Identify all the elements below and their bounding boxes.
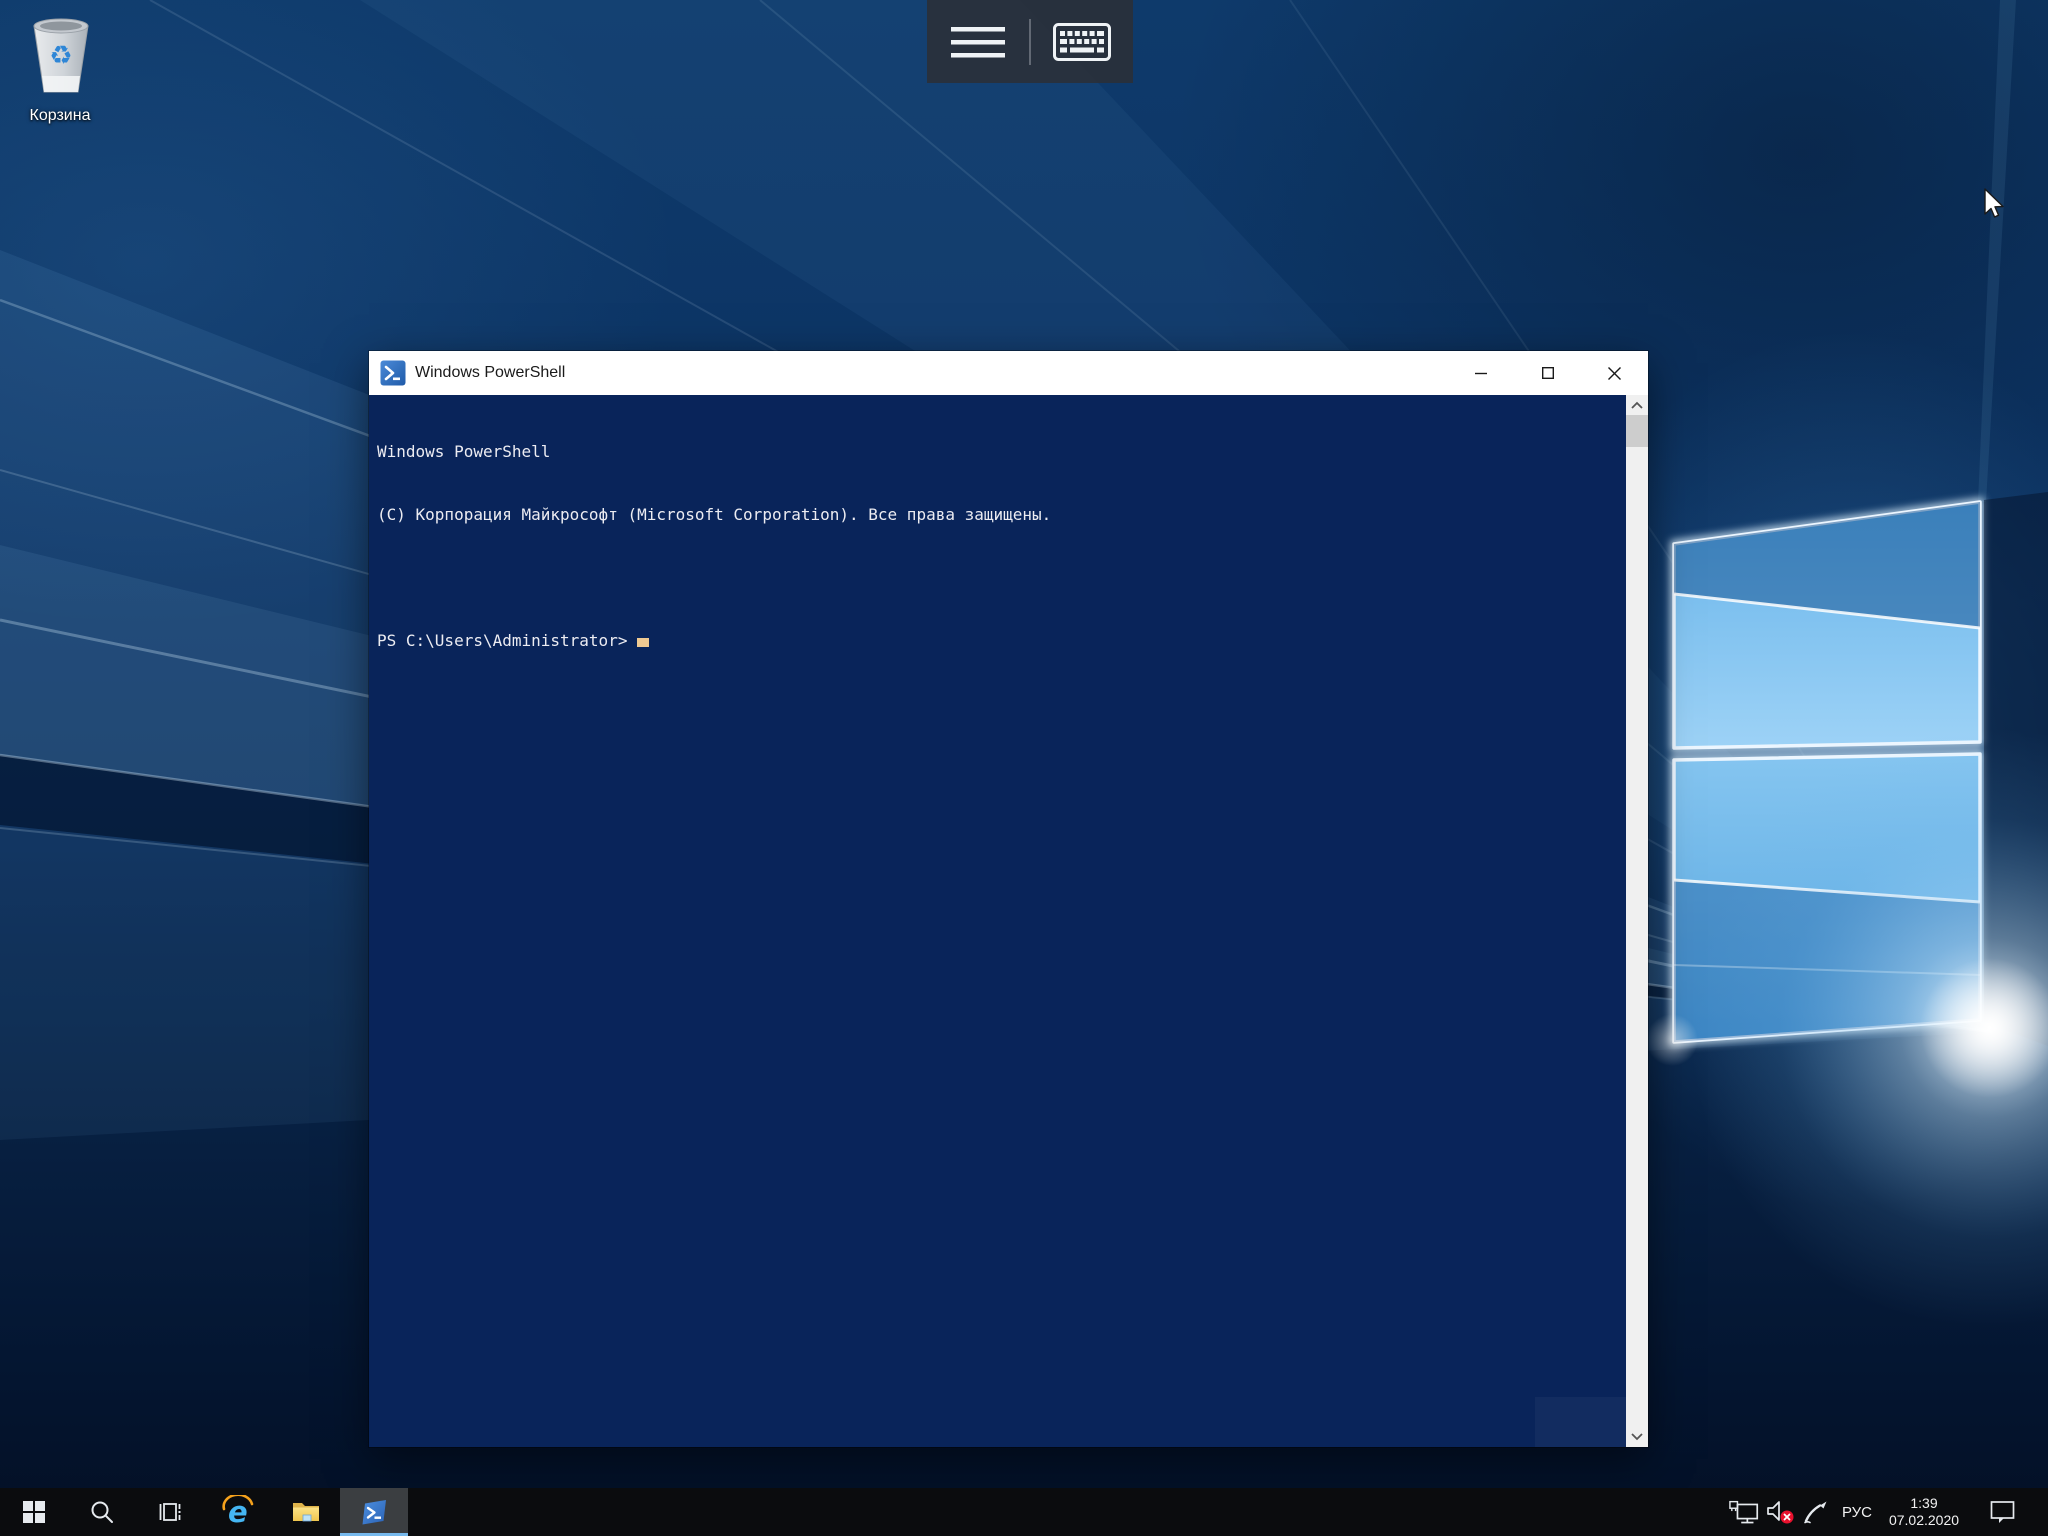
window-titlebar[interactable]: Windows PowerShell — [369, 351, 1648, 395]
minimize-icon — [1474, 366, 1488, 380]
network-tray-button[interactable] — [1728, 1488, 1762, 1536]
clock-time: 1:39 — [1910, 1495, 1937, 1512]
action-center-button[interactable] — [1980, 1488, 2026, 1536]
scrollbar-up-button[interactable] — [1626, 395, 1648, 415]
hamburger-icon — [951, 25, 1005, 59]
powershell-icon — [358, 1496, 390, 1528]
scrollbar-thumb[interactable] — [1626, 415, 1648, 447]
volume-muted-icon — [1765, 1499, 1795, 1525]
console-line: Windows PowerShell — [377, 441, 1616, 462]
svg-text:e: e — [228, 1495, 248, 1529]
chevron-down-icon — [1630, 1432, 1644, 1442]
chevron-up-icon — [1630, 400, 1644, 410]
console-render-artifact — [1535, 1397, 1626, 1447]
windows-start-icon — [23, 1501, 45, 1523]
task-view-icon — [157, 1499, 183, 1525]
task-view-button[interactable] — [136, 1488, 204, 1536]
taskbar: e — [0, 1488, 2048, 1536]
vm-keyboard-button[interactable] — [1031, 7, 1133, 77]
console-output: Windows PowerShell (C) Корпорация Майкро… — [377, 399, 1616, 693]
console-prompt-line: PS C:\Users\Administrator> — [377, 630, 1616, 651]
close-icon — [1607, 366, 1622, 381]
powershell-icon — [380, 360, 406, 386]
recycle-bin-label: Корзина — [8, 107, 112, 125]
powershell-window: Windows PowerShell Windows PowerSh — [369, 351, 1648, 1447]
toolbar-divider — [1029, 19, 1031, 65]
search-button[interactable] — [68, 1488, 136, 1536]
desktop-icon-recycle-bin[interactable]: ♻ Корзина — [8, 8, 112, 125]
language-indicator[interactable]: РУС — [1834, 1488, 1880, 1536]
start-button[interactable] — [0, 1488, 68, 1536]
keyboard-icon — [1053, 23, 1111, 61]
taskbar-buttons: e — [0, 1488, 408, 1536]
console-area[interactable]: Windows PowerShell (C) Корпорация Майкро… — [369, 395, 1648, 1447]
console-line: (C) Корпорация Майкрософт (Microsoft Cor… — [377, 504, 1616, 525]
internet-explorer-button[interactable]: e — [204, 1488, 272, 1536]
action-center-icon — [1989, 1499, 2017, 1525]
system-tray: РУС 1:39 07.02.2020 — [1728, 1488, 2048, 1536]
maximize-button[interactable] — [1514, 351, 1581, 395]
volume-tray-button[interactable] — [1762, 1488, 1798, 1536]
wired-network-icon — [1729, 1499, 1761, 1525]
clock-date: 07.02.2020 — [1889, 1512, 1959, 1529]
vm-menu-button[interactable] — [927, 7, 1029, 77]
scrollbar-down-button[interactable] — [1626, 1427, 1648, 1447]
desktop: ♻ Корзина — [0, 0, 2048, 1536]
vm-console-toolbar — [927, 0, 1133, 83]
console-prompt: PS C:\Users\Administrator> — [377, 631, 637, 650]
clock[interactable]: 1:39 07.02.2020 — [1880, 1488, 1968, 1536]
close-button[interactable] — [1581, 351, 1648, 395]
console-cursor — [637, 638, 649, 647]
file-explorer-button[interactable] — [272, 1488, 340, 1536]
console-line — [377, 567, 1616, 588]
ie-icon: e — [221, 1495, 255, 1529]
svg-text:♻: ♻ — [49, 41, 72, 71]
recycle-bin-icon: ♻ — [12, 8, 108, 100]
console-scrollbar[interactable] — [1626, 395, 1648, 1447]
window-title: Windows PowerShell — [415, 351, 565, 395]
pen-icon — [1801, 1499, 1831, 1525]
search-icon — [89, 1499, 115, 1525]
pen-tray-button[interactable] — [1798, 1488, 1834, 1536]
powershell-taskbar-button[interactable] — [340, 1488, 408, 1536]
maximize-icon — [1541, 366, 1555, 380]
folder-icon — [291, 1499, 321, 1525]
minimize-button[interactable] — [1447, 351, 1514, 395]
